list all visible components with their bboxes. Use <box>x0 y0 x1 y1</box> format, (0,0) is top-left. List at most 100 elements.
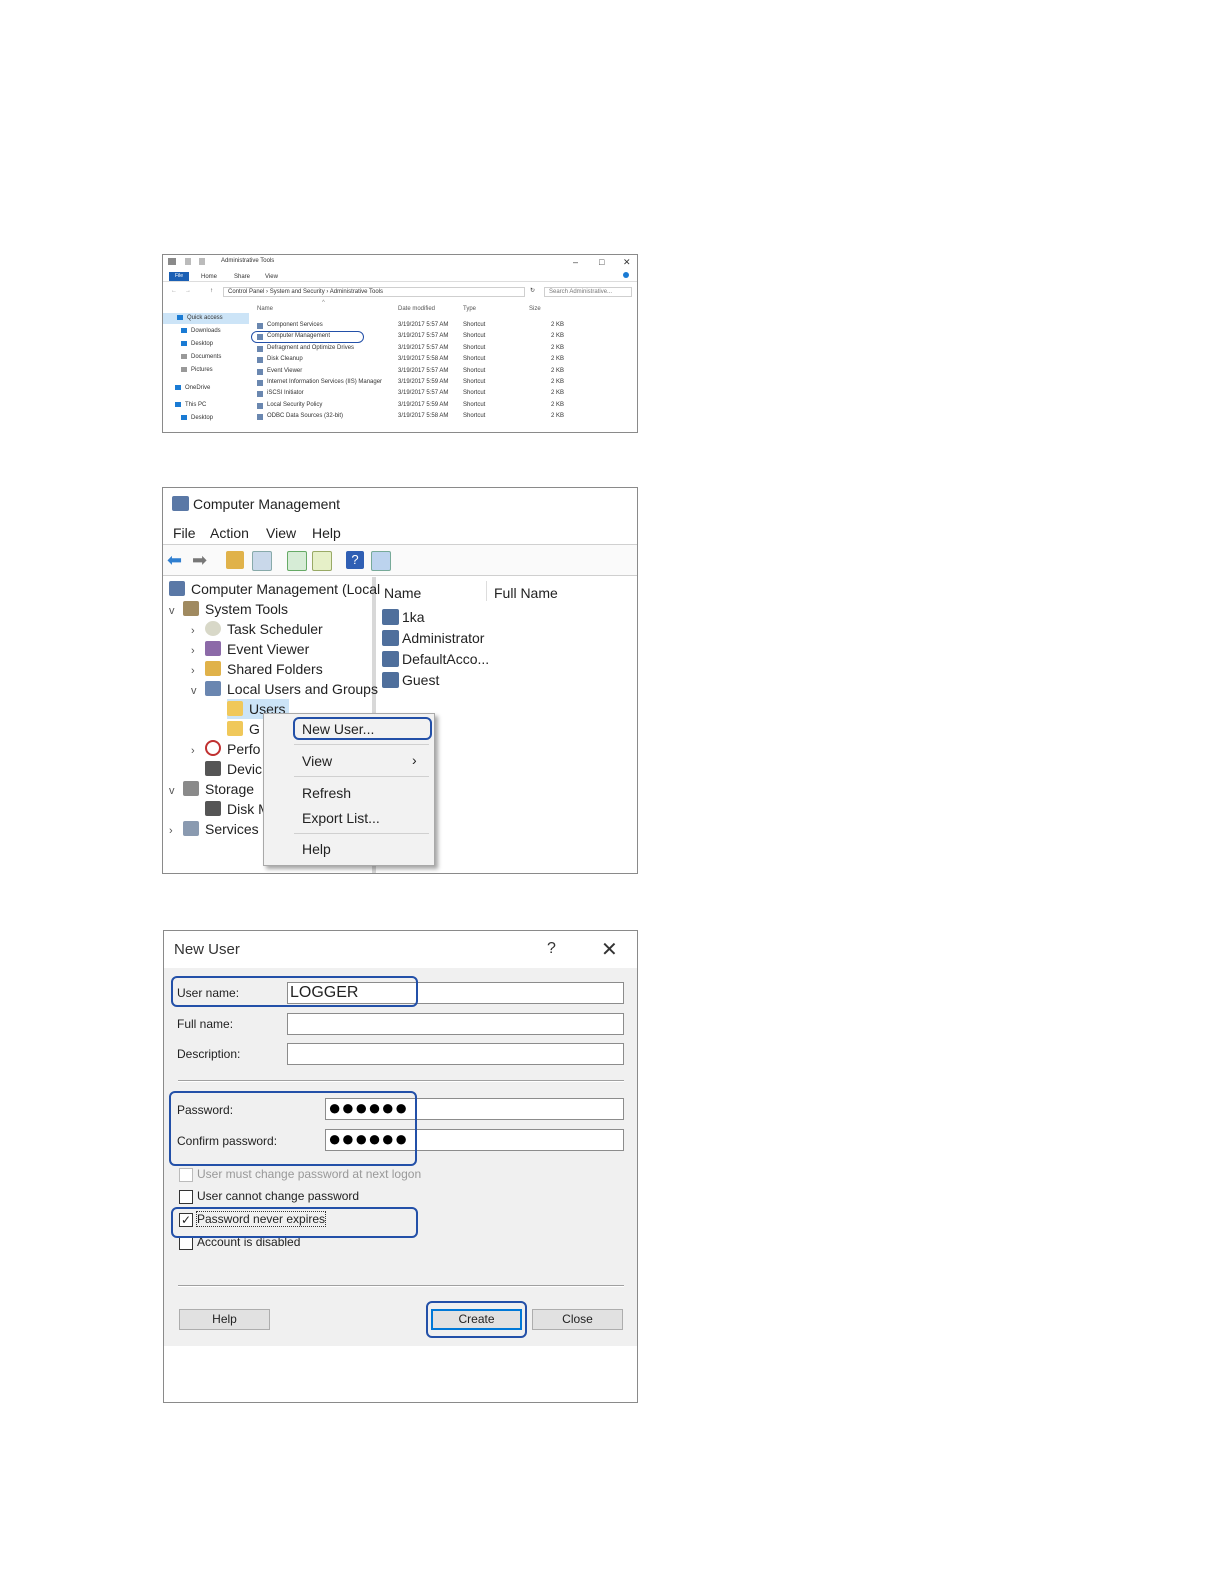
menu-file[interactable]: File <box>173 525 196 541</box>
tree-device-manager[interactable]: Devic <box>205 759 262 779</box>
nav-desktop[interactable]: Desktop <box>163 339 249 350</box>
nav-pictures[interactable]: Pictures <box>163 365 249 376</box>
save-icon[interactable] <box>185 258 191 265</box>
password-never-expires-checkbox[interactable]: ✓ <box>179 1213 193 1227</box>
file-row[interactable]: iSCSI Initiator 3/19/2017 5:57 AM Shortcut… <box>255 388 635 399</box>
column-name[interactable]: Name <box>257 306 273 312</box>
back-arrow-icon[interactable]: ← <box>171 288 177 294</box>
help-button[interactable]: Help <box>179 1309 270 1330</box>
tree-root[interactable]: Computer Management (Local <box>169 579 380 599</box>
up-folder-icon[interactable] <box>226 551 244 569</box>
create-button[interactable]: Create <box>431 1309 522 1330</box>
chevron-right-icon[interactable]: › <box>191 741 205 761</box>
breadcrumb-system-security[interactable]: System and Security <box>270 289 325 295</box>
help-icon[interactable]: ? <box>547 940 556 958</box>
close-icon[interactable]: ✕ <box>601 937 618 962</box>
menu-action[interactable]: Action <box>210 525 249 541</box>
user-row[interactable]: DefaultAcco... <box>382 649 489 669</box>
file-row[interactable]: Event Viewer 3/19/2017 5:57 AM Shortcut 2 K… <box>255 366 635 377</box>
menu-item-help[interactable]: Help <box>302 841 331 857</box>
file-row[interactable]: Internet Information Services (IIS) Mana… <box>255 377 635 388</box>
forward-arrow-icon[interactable]: ➡ <box>192 551 210 569</box>
chevron-right-icon[interactable]: › <box>191 661 205 681</box>
breadcrumb-control-panel[interactable]: Control Panel <box>228 289 264 295</box>
help-icon[interactable] <box>623 272 629 278</box>
nav-quick-access[interactable]: Quick access <box>163 313 249 324</box>
tab-home[interactable]: Home <box>201 274 217 280</box>
chevron-down-icon[interactable]: v <box>169 781 183 801</box>
nav-documents[interactable]: Documents <box>163 352 249 363</box>
refresh-icon[interactable] <box>287 551 307 571</box>
menu-help[interactable]: Help <box>312 525 341 541</box>
refresh-icon[interactable]: ↻ <box>530 287 535 294</box>
tree-event-viewer[interactable]: › Event Viewer <box>191 639 309 659</box>
menu-item-refresh[interactable]: Refresh <box>302 785 351 801</box>
close-button[interactable]: Close <box>532 1309 623 1330</box>
address-bar[interactable]: Control Panel › System and Security › Ad… <box>223 287 525 297</box>
file-row[interactable]: Disk Cleanup 3/19/2017 5:58 AM Shortcut 2 K… <box>255 354 635 365</box>
file-row[interactable]: Computer Management 3/19/2017 5:57 AM Shor… <box>255 331 635 342</box>
menu-item-new-user[interactable]: New User... <box>302 721 374 737</box>
menu-item-view[interactable]: View <box>302 753 332 769</box>
column-full-name[interactable]: Full Name <box>494 585 558 601</box>
menu-item-export-list[interactable]: Export List... <box>302 810 380 826</box>
file-date: 3/19/2017 5:57 AM <box>398 322 449 328</box>
username-field[interactable]: LOGGER <box>287 982 624 1004</box>
password-field[interactable]: ●●●●●● <box>325 1097 624 1120</box>
tab-share[interactable]: Share <box>234 274 250 280</box>
chevron-right-icon[interactable]: › <box>191 621 205 641</box>
chevron-right-icon[interactable]: › <box>169 821 183 841</box>
column-size[interactable]: Size <box>529 306 541 312</box>
cannot-change-password-checkbox[interactable] <box>179 1190 193 1204</box>
chevron-down-icon[interactable]: v <box>169 601 183 621</box>
column-date[interactable]: Date modified <box>398 306 435 312</box>
nav-this-pc[interactable]: This PC <box>163 400 249 411</box>
fullname-field[interactable] <box>287 1013 624 1035</box>
forward-arrow-icon[interactable]: → <box>185 288 191 294</box>
close-icon[interactable]: ✕ <box>623 257 631 268</box>
maximize-icon[interactable]: □ <box>599 257 604 267</box>
file-row[interactable]: Component Services 3/19/2017 5:57 AM Short… <box>255 320 635 331</box>
column-divider[interactable] <box>486 581 487 601</box>
must-change-password-checkbox[interactable] <box>179 1168 193 1182</box>
properties-icon[interactable] <box>199 258 205 265</box>
search-input[interactable]: Search Administrative... <box>544 287 632 297</box>
description-field[interactable] <box>287 1043 624 1065</box>
nav-downloads[interactable]: Downloads <box>163 326 249 337</box>
file-row[interactable]: Local Security Policy 3/19/2017 5:59 AM Sh… <box>255 400 635 411</box>
tree-groups[interactable]: G <box>227 719 260 739</box>
tree-services[interactable]: › Services a <box>169 819 270 839</box>
nav-desktop-pc[interactable]: Desktop <box>163 413 249 424</box>
chevron-down-icon[interactable]: v <box>191 681 205 701</box>
user-row[interactable]: 1ka <box>382 607 425 627</box>
confirm-password-field[interactable]: ●●●●●● <box>325 1128 624 1151</box>
tree-performance[interactable]: › Perfo <box>191 739 260 759</box>
properties-icon[interactable] <box>371 551 391 571</box>
minimize-icon[interactable]: – <box>573 257 578 267</box>
file-date: 3/19/2017 5:57 AM <box>398 367 449 374</box>
breadcrumb-admin-tools[interactable]: Administrative Tools <box>330 289 383 295</box>
file-row[interactable]: ODBC Data Sources (32-bit) 3/19/2017 5:58… <box>255 411 635 422</box>
tree-disk-management[interactable]: Disk M <box>205 799 270 819</box>
up-arrow-icon[interactable]: ↑ <box>210 288 213 294</box>
tree-task-scheduler[interactable]: › Task Scheduler <box>191 619 323 639</box>
tree-local-users-groups[interactable]: v Local Users and Groups <box>191 679 378 699</box>
tab-view[interactable]: View <box>265 274 278 280</box>
column-type[interactable]: Type <box>463 306 476 312</box>
chevron-right-icon[interactable]: › <box>191 641 205 661</box>
tree-shared-folders[interactable]: › Shared Folders <box>191 659 323 679</box>
help-icon[interactable]: ? <box>346 551 364 569</box>
column-name[interactable]: Name <box>384 585 421 601</box>
tree-system-tools[interactable]: v System Tools <box>169 599 288 619</box>
tree-storage[interactable]: v Storage <box>169 779 254 799</box>
export-icon[interactable] <box>312 551 332 571</box>
show-hide-tree-icon[interactable] <box>252 551 272 571</box>
nav-onedrive[interactable]: OneDrive <box>163 383 249 394</box>
back-arrow-icon[interactable]: ⬅ <box>167 551 185 569</box>
file-row[interactable]: Defragment and Optimize Drives 3/19/2017 … <box>255 343 635 354</box>
menu-view[interactable]: View <box>266 525 296 541</box>
user-row[interactable]: Guest <box>382 670 439 690</box>
user-row[interactable]: Administrator <box>382 628 484 648</box>
account-disabled-checkbox[interactable] <box>179 1236 193 1250</box>
tab-file[interactable]: File <box>169 272 189 281</box>
